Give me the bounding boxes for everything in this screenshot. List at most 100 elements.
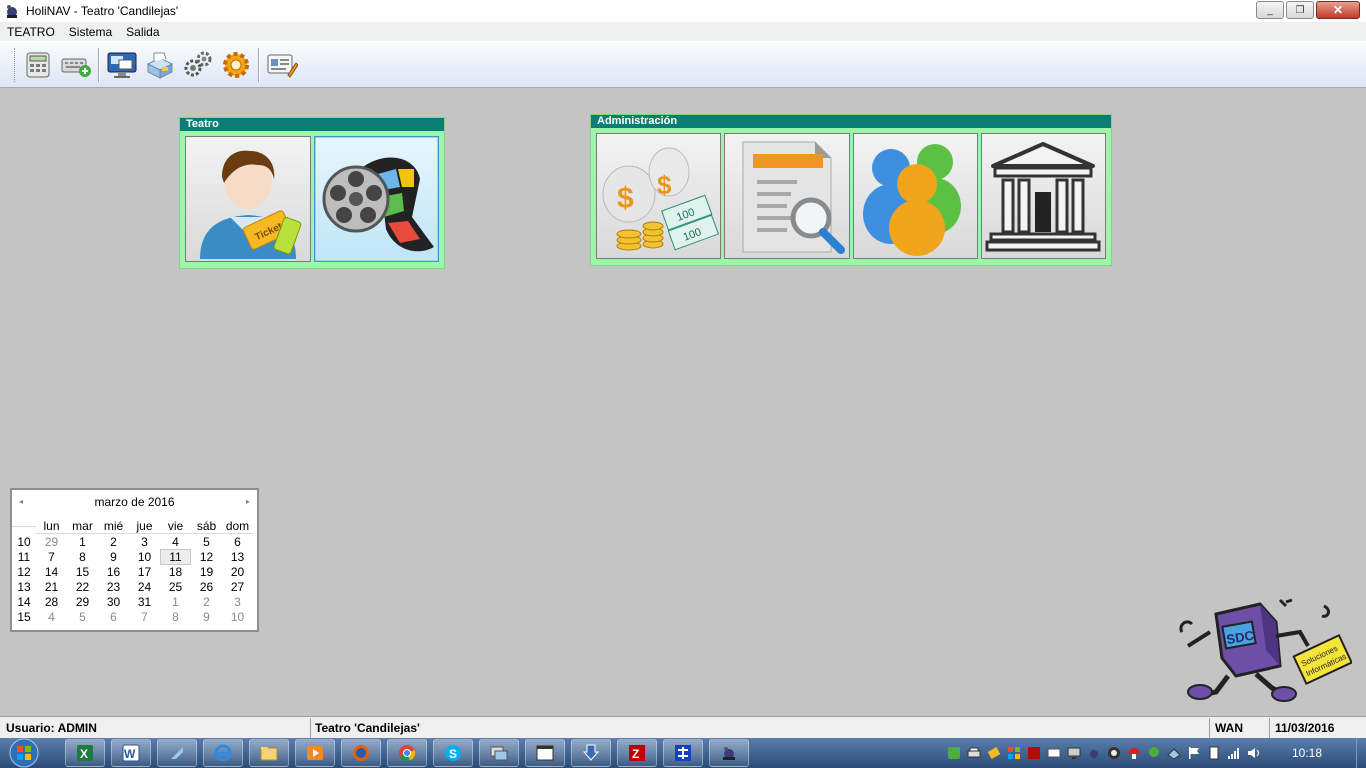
users-tile[interactable]	[852, 133, 978, 259]
calendar-day[interactable]: 22	[67, 580, 98, 594]
taskbar-window[interactable]	[525, 739, 565, 767]
calendar-day[interactable]: 10	[129, 550, 160, 564]
calendar-day[interactable]: 28	[36, 595, 67, 609]
menu-salida[interactable]: Salida	[119, 25, 166, 39]
taskbar-clock[interactable]: 10:18	[1292, 746, 1322, 760]
calendar-day[interactable]: 4	[36, 610, 67, 624]
calendar-prev-button[interactable]: ◂	[19, 497, 23, 506]
tray-icon[interactable]	[1186, 745, 1202, 761]
calendar-day[interactable]: 2	[191, 595, 222, 609]
taskbar-remote[interactable]	[479, 739, 519, 767]
settings-button[interactable]	[217, 46, 255, 84]
tray-icon[interactable]	[1146, 745, 1162, 761]
taskbar-holinav[interactable]	[709, 739, 749, 767]
calendar-day[interactable]: 9	[191, 610, 222, 624]
tray-icon[interactable]	[1126, 745, 1142, 761]
calendar-day[interactable]: 31	[129, 595, 160, 609]
calendar-day[interactable]: 14	[36, 565, 67, 579]
calendar-day[interactable]: 15	[67, 565, 98, 579]
calendar-day[interactable]: 18	[160, 565, 191, 579]
menu-teatro[interactable]: TEATRO	[0, 25, 62, 39]
calendar-day[interactable]: 19	[191, 565, 222, 579]
ticket-sales-tile[interactable]: Ticket	[185, 136, 311, 262]
tray-icon[interactable]	[1206, 745, 1222, 761]
calendar-day[interactable]: 4	[160, 535, 191, 549]
calendar-day[interactable]: 6	[98, 610, 129, 624]
month-calendar[interactable]: ◂ marzo de 2016 ▸ lun mar mié jue vie sá…	[10, 488, 259, 632]
taskbar-media[interactable]	[295, 739, 335, 767]
calculator-button[interactable]	[19, 46, 57, 84]
tray-icon[interactable]	[1046, 745, 1062, 761]
tray-icon[interactable]	[1226, 745, 1242, 761]
film-shows-tile[interactable]	[313, 136, 439, 262]
taskbar-app[interactable]	[157, 739, 197, 767]
taskbar-chrome[interactable]	[387, 739, 427, 767]
taskbar-skype[interactable]: S	[433, 739, 473, 767]
tray-icon[interactable]	[1166, 745, 1182, 761]
mushroom-tray-icon	[1127, 748, 1140, 759]
calendar-day[interactable]: 16	[98, 565, 129, 579]
calendar-day[interactable]: 20	[222, 565, 253, 579]
calendar-day[interactable]: 21	[36, 580, 67, 594]
tray-icon[interactable]	[1106, 745, 1122, 761]
tray-icon[interactable]	[1066, 745, 1082, 761]
calendar-day[interactable]: 27	[222, 580, 253, 594]
gears-button[interactable]	[179, 46, 217, 84]
calendar-weekday: dom	[222, 519, 253, 534]
minimize-button[interactable]: _	[1256, 1, 1284, 19]
calendar-day[interactable]: 29	[67, 595, 98, 609]
calendar-day[interactable]: 5	[191, 535, 222, 549]
finance-tile[interactable]: $ $ 100 100	[596, 133, 722, 259]
keyboard-add-button[interactable]	[57, 46, 95, 84]
taskbar-ie[interactable]	[203, 739, 243, 767]
reports-tile[interactable]	[724, 133, 850, 259]
calendar-day[interactable]: 8	[160, 610, 191, 624]
calendar-day[interactable]: 5	[67, 610, 98, 624]
calendar-day[interactable]: 10	[222, 610, 253, 624]
tray-icon[interactable]	[966, 745, 982, 761]
calendar-day[interactable]: 12	[191, 550, 222, 564]
calendar-day[interactable]: 2	[98, 535, 129, 549]
calendar-day[interactable]: 13	[222, 550, 253, 564]
taskbar-network[interactable]	[663, 739, 703, 767]
tray-icon[interactable]	[986, 745, 1002, 761]
calendar-day-today[interactable]: 11	[160, 548, 191, 565]
calendar-day[interactable]: 25	[160, 580, 191, 594]
calendar-day[interactable]: 1	[67, 535, 98, 549]
calendar-day[interactable]: 6	[222, 535, 253, 549]
taskbar-firefox[interactable]	[341, 739, 381, 767]
taskbar-excel[interactable]: X	[65, 739, 105, 767]
calendar-day[interactable]: 3	[222, 595, 253, 609]
start-button[interactable]	[6, 738, 42, 768]
tray-icon[interactable]	[946, 745, 962, 761]
calendar-day[interactable]: 23	[98, 580, 129, 594]
calendar-day[interactable]: 1	[160, 595, 191, 609]
taskbar-download[interactable]	[571, 739, 611, 767]
tray-icon[interactable]	[1026, 745, 1042, 761]
calendar-day[interactable]: 26	[191, 580, 222, 594]
edit-card-button[interactable]	[263, 46, 301, 84]
calendar-day[interactable]: 3	[129, 535, 160, 549]
taskbar-filezilla[interactable]: Z	[617, 739, 657, 767]
printer-button[interactable]	[141, 46, 179, 84]
calendar-day[interactable]: 29	[36, 535, 67, 549]
calendar-day[interactable]: 8	[67, 550, 98, 564]
taskbar-word[interactable]: W	[111, 739, 151, 767]
institution-tile[interactable]	[980, 133, 1106, 259]
menu-sistema[interactable]: Sistema	[62, 25, 119, 39]
calendar-day[interactable]: 30	[98, 595, 129, 609]
calendar-day[interactable]: 9	[98, 550, 129, 564]
tray-icon[interactable]	[1006, 745, 1022, 761]
calendar-day[interactable]: 24	[129, 580, 160, 594]
taskbar-explorer[interactable]	[249, 739, 289, 767]
maximize-button[interactable]: ❐	[1286, 1, 1314, 19]
calendar-day[interactable]: 17	[129, 565, 160, 579]
tray-icon[interactable]	[1246, 745, 1262, 761]
calendar-day[interactable]: 7	[36, 550, 67, 564]
close-button[interactable]: ✕	[1316, 1, 1360, 19]
monitor-windows-button[interactable]	[103, 46, 141, 84]
tray-icon[interactable]	[1086, 745, 1102, 761]
calendar-day[interactable]: 7	[129, 610, 160, 624]
show-desktop-button[interactable]	[1356, 738, 1366, 768]
calendar-next-button[interactable]: ▸	[246, 497, 250, 506]
